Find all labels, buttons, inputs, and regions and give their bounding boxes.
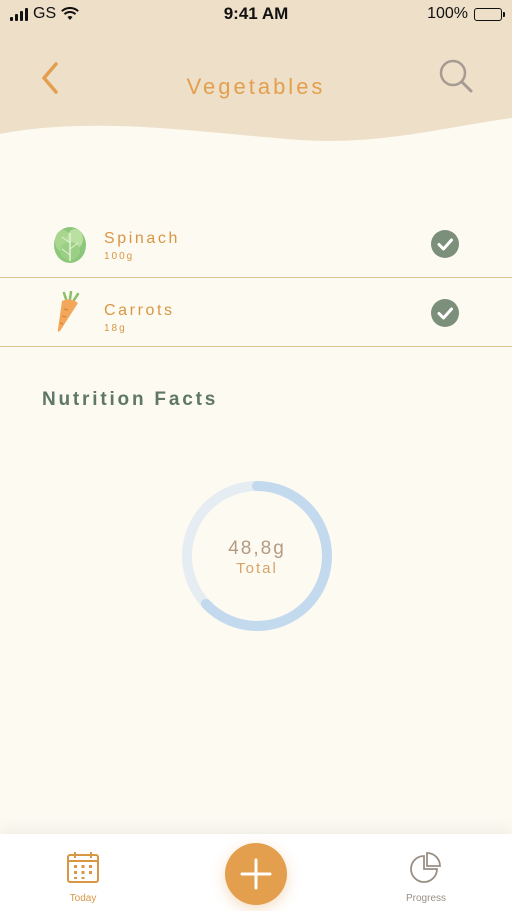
food-name: Carrots — [104, 302, 175, 319]
header: GS 9:41 AM 100% Vegetables — [0, 0, 512, 145]
nutrition-total-value: 48,8g — [228, 538, 286, 559]
tab-progress-label: Progress — [405, 893, 446, 904]
food-list: Spinach 100g Carrots 18g — [0, 208, 512, 347]
food-item-carrots[interactable]: Carrots 18g — [0, 278, 512, 347]
status-right: 100% — [427, 5, 505, 23]
search-icon — [439, 59, 473, 93]
tab-today[interactable]: Today — [43, 850, 123, 906]
tab-progress[interactable]: Progress — [386, 850, 466, 906]
add-button[interactable] — [225, 843, 287, 905]
check-button[interactable] — [431, 230, 459, 258]
carrot-icon — [57, 291, 80, 332]
food-name: Spinach — [104, 230, 181, 247]
food-weight: 100g — [104, 251, 135, 262]
pie-chart-icon — [410, 852, 441, 883]
status-bar: GS 9:41 AM 100% — [0, 0, 512, 28]
lettuce-icon — [54, 227, 86, 263]
battery-icon — [474, 7, 505, 21]
food-weight: 18g — [104, 323, 127, 334]
calendar-icon — [67, 852, 99, 883]
nutrition-facts-heading: Nutrition Facts — [42, 389, 219, 410]
search-button[interactable] — [436, 56, 476, 96]
check-button[interactable] — [431, 299, 459, 327]
food-item-spinach[interactable]: Spinach 100g — [0, 208, 512, 278]
checkmark-icon — [437, 307, 453, 320]
battery-percent: 100% — [427, 5, 468, 22]
plus-icon — [240, 858, 272, 890]
checkmark-icon — [437, 238, 453, 251]
tab-today-label: Today — [69, 893, 97, 904]
nutrition-total-label: Total — [236, 560, 278, 577]
